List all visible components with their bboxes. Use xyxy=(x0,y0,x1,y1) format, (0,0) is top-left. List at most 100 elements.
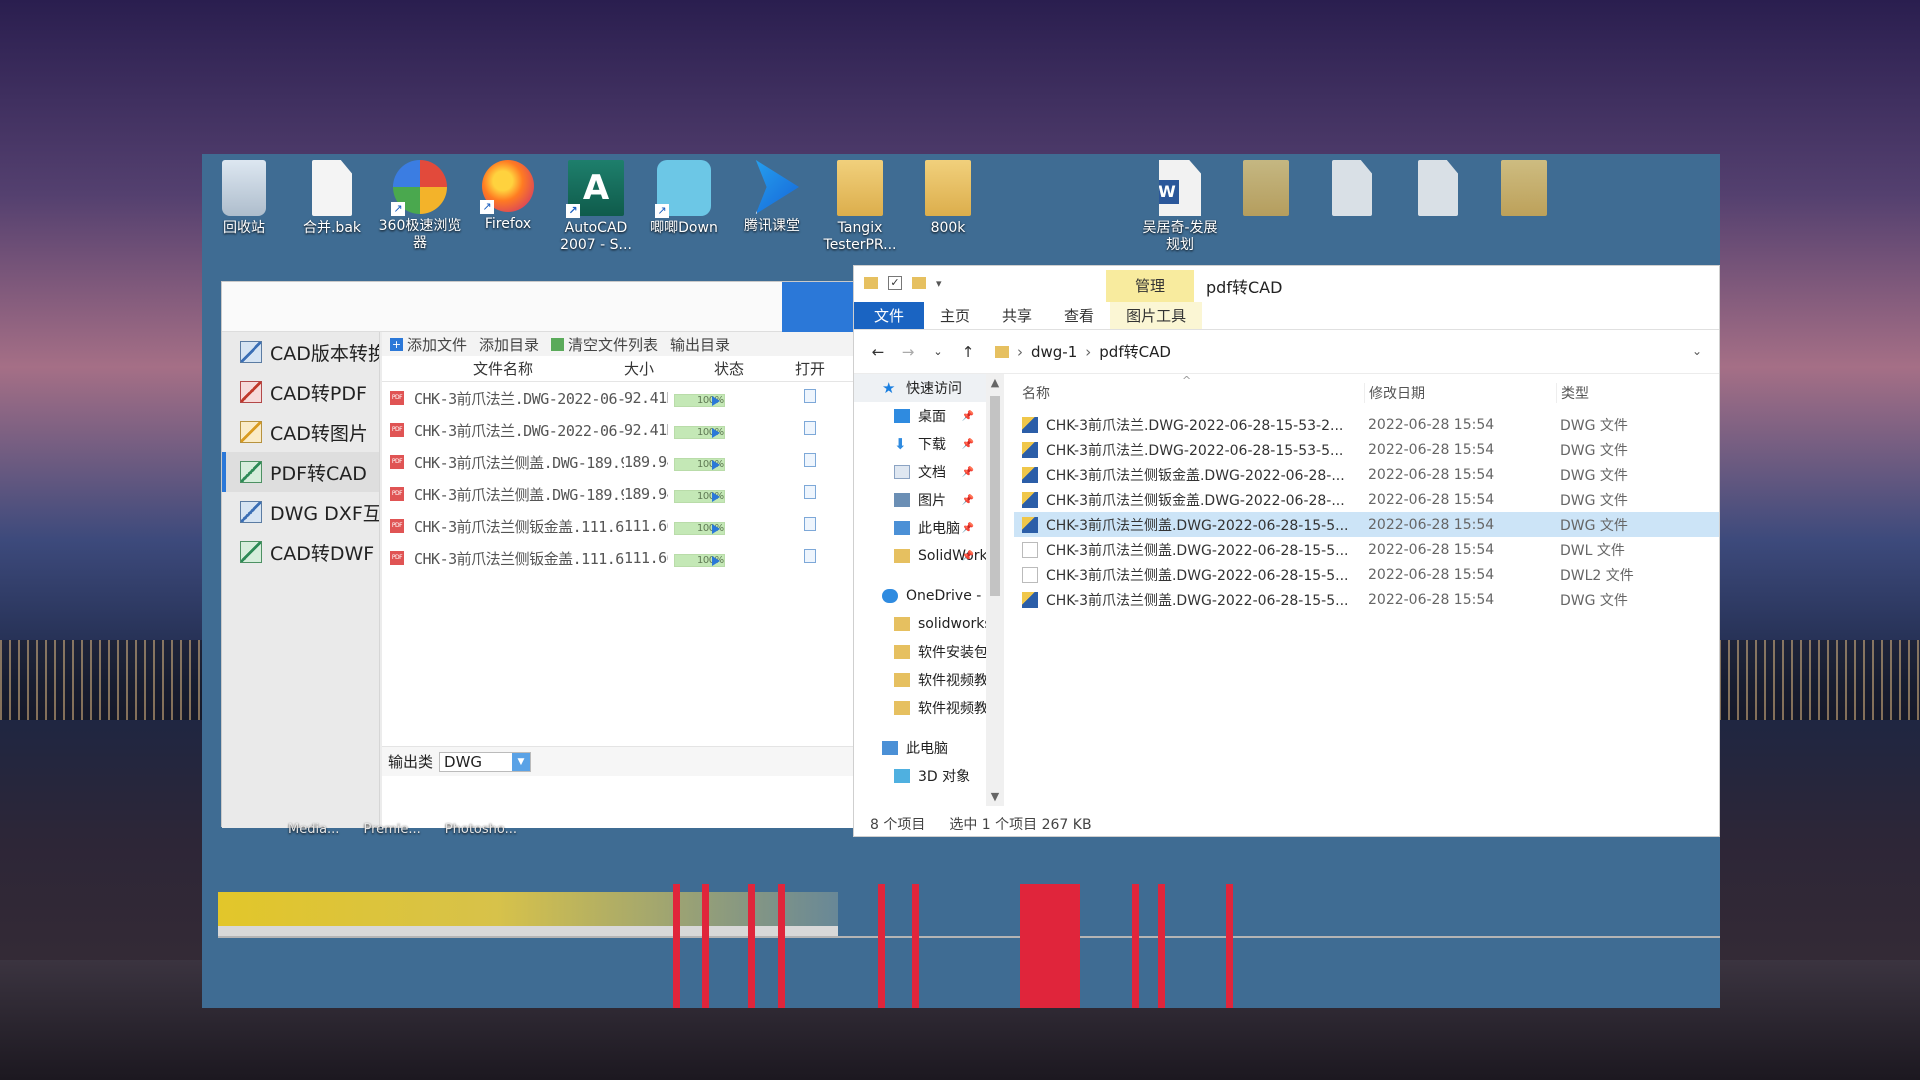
up-arrow-icon[interactable]: ↑ xyxy=(956,343,980,361)
sidebar-item-pdf-to-cad[interactable]: PDF转CAD xyxy=(222,452,379,492)
timeline-marker[interactable] xyxy=(878,884,885,1008)
desktop-icon-folder[interactable] xyxy=(1224,160,1308,220)
converter-toolbar: + 添加文件 ☰ 添加目录 清空文件列表 输出目录 xyxy=(382,332,901,356)
cube-icon xyxy=(894,769,910,783)
add-directory-button[interactable]: ☰ 添加目录 xyxy=(479,332,901,355)
progress-text: 100% xyxy=(697,427,724,438)
back-arrow-icon[interactable]: ← xyxy=(866,343,890,361)
column-header-date[interactable]: 修改日期 xyxy=(1364,383,1556,403)
desktop-icon-800k[interactable]: 800k xyxy=(906,160,990,237)
output-type-select[interactable]: DWG ▼ xyxy=(439,751,532,772)
blank-file-icon xyxy=(1022,566,1038,583)
desktop-icon-firefox[interactable]: Firefox xyxy=(466,160,550,233)
tree-item[interactable]: ⬇ 下载 📌 xyxy=(854,430,986,458)
sidebar-item-cad-to-pdf[interactable]: CAD转PDF xyxy=(222,372,379,412)
timeline-marker[interactable] xyxy=(1132,884,1139,1008)
column-header-type[interactable]: 类型 xyxy=(1556,383,1716,403)
timeline-marker[interactable] xyxy=(1158,884,1165,1008)
sidebar-item-cad-to-dwf[interactable]: CAD转DWF xyxy=(222,532,379,572)
file-row[interactable]: CHK-3前爪法兰.DWG-2022-06-28-15-53-2... 2022-… xyxy=(1014,412,1719,437)
desktop-icon-autocad[interactable]: A AutoCAD 2007 - S... xyxy=(554,160,638,254)
tab-share[interactable]: 共享 xyxy=(986,302,1048,329)
address-bar[interactable]: › dwg-1 › pdf转CAD ⌄ xyxy=(986,336,1709,367)
tree-item[interactable]: 软件视频教程 xyxy=(854,666,986,694)
sidebar-item-cad-version[interactable]: CAD版本转换 xyxy=(222,332,379,372)
tree-item[interactable]: OneDrive - xyxy=(854,582,986,610)
scroll-up-icon[interactable]: ▲ xyxy=(986,374,1004,392)
chevron-down-icon[interactable]: ▾ xyxy=(936,277,942,290)
tree-item[interactable]: 文档 📌 xyxy=(854,458,986,486)
file-row[interactable]: CHK-3前爪法兰侧盖.DWG-2022-06-28-15-5... 2022-0… xyxy=(1014,562,1719,587)
file-date: 2022-06-28 15:54 xyxy=(1368,441,1495,458)
tab-picture-tools[interactable]: 图片工具 xyxy=(1110,302,1203,329)
recent-chevron-icon[interactable]: ⌄ xyxy=(926,345,950,358)
tree-item[interactable]: 桌面 📌 xyxy=(854,402,986,430)
file-type: DWG 文件 xyxy=(1560,517,1628,534)
breadcrumb-item[interactable]: pdf转CAD xyxy=(1099,341,1171,362)
desktop-icon-file[interactable] xyxy=(1396,160,1480,220)
tree-item[interactable]: SolidWorks📌 xyxy=(854,542,986,570)
timeline-marker[interactable] xyxy=(748,884,755,1008)
desktop-icon-tangix[interactable]: Tangix TesterPR... xyxy=(818,160,902,254)
file-row[interactable]: CHK-3前爪法兰.DWG-2022-06-28-15-53-5... 2022-… xyxy=(1014,437,1719,462)
pdf-file-icon: PDF xyxy=(390,423,404,437)
timeline-marker[interactable] xyxy=(702,884,709,1008)
desktop-icon-jijidown[interactable]: 唧唧Down xyxy=(642,160,726,237)
tree-item-label: 图片 xyxy=(918,493,946,509)
scrollbar-thumb[interactable] xyxy=(990,396,1000,596)
desktop-icon-360-browser[interactable]: 360极速浏览器 xyxy=(378,160,462,252)
file-row[interactable]: CHK-3前爪法兰侧盖.DWG-2022-06-28-15-5... 2022-0… xyxy=(1014,537,1719,562)
file-row[interactable]: CHK-3前爪法兰侧盖.DWG-2022-06-28-15-5... 2022-0… xyxy=(1014,512,1719,537)
navigation-scrollbar[interactable]: ▲ ▼ xyxy=(986,374,1004,806)
timeline-marker[interactable] xyxy=(912,884,919,1008)
breadcrumb-item[interactable]: dwg-1 xyxy=(1031,343,1077,361)
tree-item-label: 软件视频教程 xyxy=(918,701,986,717)
tab-file[interactable]: 文件 xyxy=(854,302,925,329)
sidebar-item-label: DWG DXF互转 xyxy=(270,502,379,525)
chevron-down-icon[interactable]: ⌄ xyxy=(1692,344,1702,358)
file-row[interactable]: CHK-3前爪法兰侧钣金盖.DWG-2022-06-28-... 2022-06-… xyxy=(1014,487,1719,512)
tab-view[interactable]: 查看 xyxy=(1048,302,1110,329)
new-folder-icon[interactable] xyxy=(912,277,926,289)
timeline-marker[interactable] xyxy=(1070,884,1077,1008)
desktop-icon-folder[interactable] xyxy=(1482,160,1566,220)
file-row[interactable]: CHK-3前爪法兰侧盖.DWG-2022-06-28-15-5... 2022-0… xyxy=(1014,587,1719,612)
selection-info: 选中 1 个项目 267 KB xyxy=(949,817,1092,833)
tree-item[interactable]: 图片 📌 xyxy=(854,486,986,514)
scroll-down-icon[interactable]: ▼ xyxy=(986,788,1004,806)
file-row[interactable]: CHK-3前爪法兰侧钣金盖.DWG-2022-06-28-... 2022-06-… xyxy=(1014,462,1719,487)
file-name-cell: CHK-3前爪法兰侧钣金盖.DWG-2022-06-28-... xyxy=(1014,490,1364,510)
tree-item[interactable]: 软件视频教程 xyxy=(854,694,986,722)
timeline-marker[interactable] xyxy=(1226,884,1233,1008)
desktop-icon-bak-file[interactable]: 合并.bak xyxy=(290,160,374,237)
add-file-button[interactable]: + 添加文件 xyxy=(390,334,467,355)
properties-checkbox-icon[interactable]: ✓ xyxy=(888,276,902,290)
desktop-icon-label: 回收站 xyxy=(223,220,265,236)
tree-item[interactable]: ★ 快速访问 xyxy=(854,374,986,402)
desktop-icon-recycle-bin[interactable]: 回收站 xyxy=(202,160,286,237)
sidebar-item-cad-to-image[interactable]: CAD转图片 xyxy=(222,412,379,452)
forward-arrow-icon[interactable]: → xyxy=(896,343,920,361)
desktop-icon-file[interactable] xyxy=(1310,160,1394,220)
computer-icon xyxy=(882,741,898,755)
pin-icon: 📌 xyxy=(961,550,974,562)
sidebar-item-dwg-dxf[interactable]: DWG DXF互转 xyxy=(222,492,379,532)
timeline-marker[interactable] xyxy=(673,884,680,1008)
tree-item[interactable]: 此电脑 📌 xyxy=(854,514,986,542)
desktop-icon-word-doc[interactable]: 吴居奇-发展规划 xyxy=(1138,160,1222,254)
tab-home[interactable]: 主页 xyxy=(924,302,986,329)
file-name: CHK-3前爪法兰侧盖.DWG-2022-06-28-15-5... xyxy=(1046,592,1349,609)
desktop-bottom-labels: Media... Premie... Photosho... xyxy=(288,822,517,837)
desktop-icon-tencent-classroom[interactable]: 腾讯课堂 xyxy=(730,160,814,235)
play-icon xyxy=(711,428,720,438)
tree-item[interactable]: 此电脑 xyxy=(854,734,986,762)
tree-item[interactable]: 软件安装包 xyxy=(854,638,986,666)
tree-item[interactable]: solidworks xyxy=(854,610,986,638)
file-name-cell: CHK-3前爪法兰.DWG-2022-06-28-15-53-2... xyxy=(1014,415,1364,435)
manage-tab[interactable]: 管理 xyxy=(1106,270,1194,302)
timeline-marker[interactable] xyxy=(778,884,785,1008)
progress-text: 100% xyxy=(697,395,724,406)
pin-icon: 📌 xyxy=(961,410,974,422)
file-type: DWG 文件 xyxy=(1560,467,1628,484)
tree-item[interactable]: 3D 对象 xyxy=(854,762,986,790)
